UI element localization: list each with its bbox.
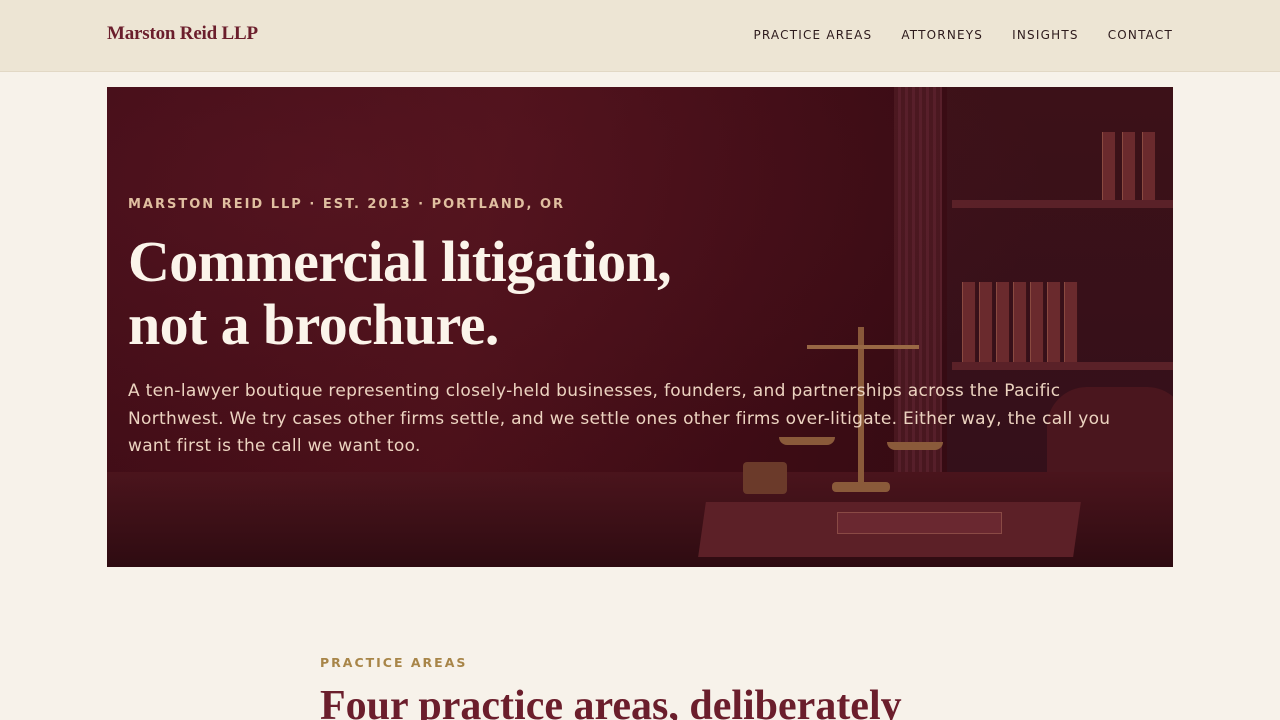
main-nav: PRACTICE AREAS ATTORNEYS INSIGHTS CONTAC… [753,28,1173,42]
section-title: Four practice areas, deliberately [320,683,902,720]
top-navigation-bar: Marston Reid LLP PRACTICE AREAS ATTORNEY… [0,0,1280,72]
section-eyebrow: PRACTICE AREAS [320,655,468,670]
hero-description: A ten-lawyer boutique representing close… [128,381,1111,456]
hero-content: MARSTON REID LLP · EST. 2013 · PORTLAND,… [128,197,1138,461]
hero-headline: Commercial litigation, not a brochure. [128,230,1138,356]
brand-logo-text[interactable]: Marston Reid LLP [107,23,258,45]
hero-headline-line-2: not a brochure. [128,292,499,357]
practice-areas-section: PRACTICE AREAS Four practice areas, deli… [320,655,1020,720]
nav-practice-areas[interactable]: PRACTICE AREAS [753,28,872,42]
nav-contact[interactable]: CONTACT [1108,28,1173,42]
nav-attorneys[interactable]: ATTORNEYS [901,28,983,42]
nav-insights[interactable]: INSIGHTS [1012,28,1079,42]
hero-eyebrow: MARSTON REID LLP · EST. 2013 · PORTLAND,… [128,197,566,212]
hero-headline-line-1: Commercial litigation, [128,229,672,294]
hero-banner: MARSTON REID LLP · EST. 2013 · PORTLAND,… [107,87,1173,567]
